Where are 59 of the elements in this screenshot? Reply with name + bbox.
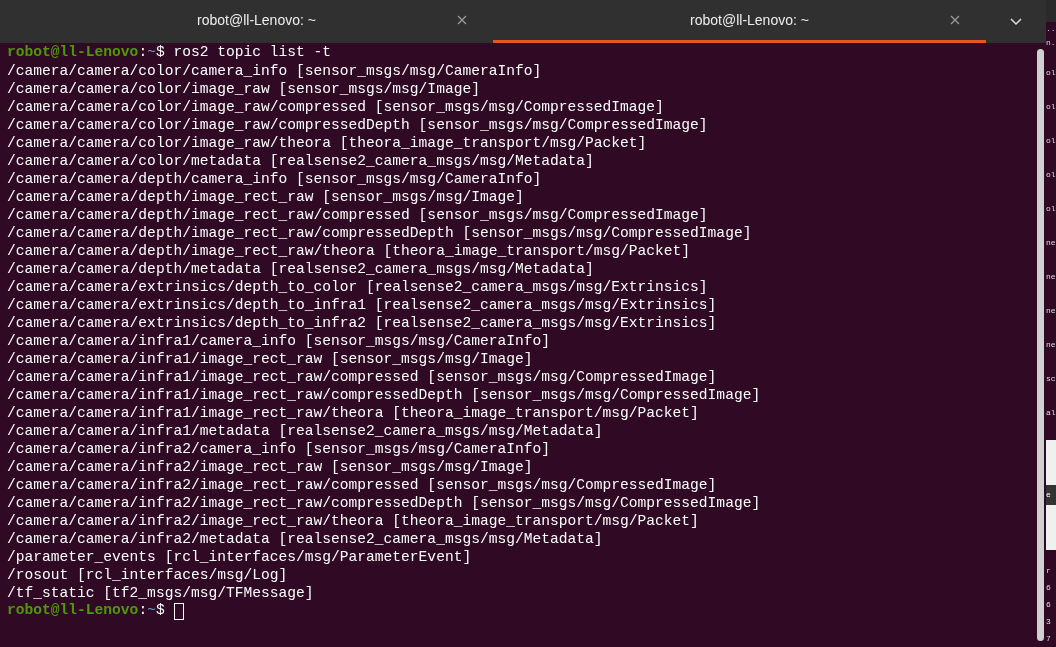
output-line: /camera/camera/color/image_raw/compressed [sensor_msgs/msg/CompressedImage] — [7, 98, 665, 116]
text-fragment: ne — [1046, 270, 1056, 283]
output-line: /camera/camera/color/metadata [realsense2_camera_msgs/msg/Metadata] — [7, 152, 595, 170]
terminal-tab[interactable]: robot@ll-Lenovo: ~ — [0, 0, 493, 43]
text-fragment: al — [1046, 406, 1056, 419]
output-line: /camera/camera/infra2/image_rect_raw [sensor_msgs/msg/Image] — [7, 458, 534, 476]
text-fragment: ne — [1046, 236, 1056, 249]
text-fragment: ne — [1046, 304, 1056, 317]
output-line: /camera/camera/extrinsics/depth_to_infra1 [realsense2_camera_msgs/msg/Extrinsics] — [7, 296, 718, 314]
text-fragment: .. — [1046, 22, 1056, 35]
output-line: /camera/camera/color/image_raw [sensor_msgs/msg/Image] — [7, 80, 481, 98]
output-line: /camera/camera/infra1/image_rect_raw/compressedDepth [sensor_msgs/msg/CompressedImage] — [7, 386, 762, 404]
output-line: /camera/camera/depth/image_rect_raw/theora [theora_image_transport/msg/Packet] — [7, 242, 692, 260]
output-line: /camera/camera/infra2/image_rect_raw/compressedDepth [sensor_msgs/msg/CompressedImage] — [7, 494, 762, 512]
text-fragment: sc — [1046, 372, 1056, 385]
output-line: /camera/camera/depth/metadata [realsense2_camera_msgs/msg/Metadata] — [7, 260, 595, 278]
output-line: /rosout [rcl_interfaces/msg/Log] — [7, 566, 289, 584]
output-line: /camera/camera/depth/image_rect_raw/compressedDepth [sensor_msgs/msg/CompressedImage] — [7, 224, 753, 242]
text-fragment: e — [1046, 484, 1056, 505]
close-icon[interactable] — [457, 15, 467, 25]
output-line: /camera/camera/infra1/image_rect_raw/theora [theora_image_transport/msg/Packet] — [7, 404, 700, 422]
text-fragment: 6 — [1046, 599, 1052, 611]
tab-title: robot@ll-Lenovo: ~ — [197, 10, 316, 30]
output-line: /parameter_events [rcl_interfaces/msg/ParameterEvent] — [7, 548, 473, 566]
text-fragment: ol — [1046, 168, 1056, 181]
prompt-line: robot@ll-Lenovo:~$ ros2 topic list -t — [7, 43, 332, 63]
output-line: /camera/camera/infra1/image_rect_raw/compressed [sensor_msgs/msg/CompressedImage] — [7, 368, 718, 386]
output-line: /camera/camera/infra2/image_rect_raw/theora [theora_image_transport/msg/Packet] — [7, 512, 700, 530]
output-line: /camera/camera/extrinsics/depth_to_color [realsense2_camera_msgs/msg/Extrinsics] — [7, 278, 709, 296]
text-fragment: ol — [1046, 100, 1056, 113]
output-line: /camera/camera/infra1/camera_info [sensor_msgs/msg/CameraInfo] — [7, 332, 551, 350]
text-fragment: 3 — [1046, 616, 1052, 628]
text-fragment: ol — [1046, 66, 1056, 79]
output-line: /camera/camera/depth/image_rect_raw/compressed [sensor_msgs/msg/CompressedImage] — [7, 206, 709, 224]
close-icon[interactable] — [950, 15, 960, 25]
output-line: /tf_static [tf2_msgs/msg/TFMessage] — [7, 584, 315, 602]
text-fragment: r — [1046, 565, 1052, 577]
prompt-line: robot@ll-Lenovo:~$ — [7, 601, 165, 621]
output-line: /camera/camera/infra2/camera_info [sensor_msgs/msg/CameraInfo] — [7, 440, 551, 458]
output-line: /camera/camera/depth/camera_info [sensor_msgs/msg/CameraInfo] — [7, 170, 543, 188]
terminal-tab[interactable]: robot@ll-Lenovo: ~ — [493, 0, 986, 43]
output-line: /camera/camera/infra1/image_rect_raw [sensor_msgs/msg/Image] — [7, 350, 534, 368]
output-line: /camera/camera/color/image_raw/compressedDepth [sensor_msgs/msg/CompressedImage] — [7, 116, 709, 134]
output-line: /camera/camera/infra1/metadata [realsense2_camera_msgs/msg/Metadata] — [7, 422, 604, 440]
output-line: /camera/camera/infra2/metadata [realsense2_camera_msgs/msg/Metadata] — [7, 530, 604, 548]
text-fragment: 7 — [1046, 633, 1052, 645]
text-fragment: ne — [1046, 338, 1056, 351]
output-line: /camera/camera/depth/image_rect_raw [sensor_msgs/msg/Image] — [7, 188, 525, 206]
output-line: /camera/camera/color/camera_info [sensor_msgs/msg/CameraInfo] — [7, 62, 543, 80]
text-fragment: ol — [1046, 202, 1056, 215]
output-line: /camera/camera/extrinsics/depth_to_infra2 [realsense2_camera_msgs/msg/Extrinsics] — [7, 314, 718, 332]
text-fragment: 6 — [1046, 582, 1052, 594]
text-fragment: n. — [1046, 36, 1056, 49]
tab-title: robot@ll-Lenovo: ~ — [690, 10, 809, 30]
output-line: /camera/camera/infra2/image_rect_raw/compressed [sensor_msgs/msg/CompressedImage] — [7, 476, 718, 494]
text-fragment: ol — [1046, 134, 1056, 147]
chevron-down-icon[interactable] — [1010, 17, 1022, 26]
output-line: /camera/camera/color/image_raw/theora [theora_image_transport/msg/Packet] — [7, 134, 648, 152]
scrollbar-thumb[interactable] — [1037, 49, 1044, 641]
